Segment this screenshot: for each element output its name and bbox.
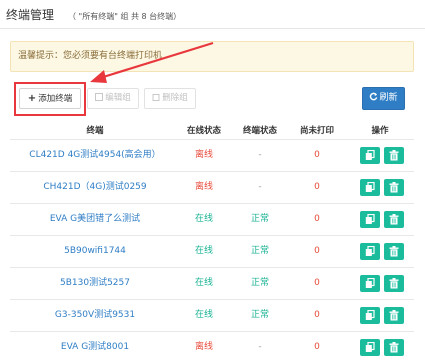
row-actions (355, 332, 411, 361)
delete-button[interactable] (384, 147, 404, 164)
pending-print-count: 0 (314, 246, 320, 256)
copy-button[interactable] (360, 339, 380, 356)
delete-button[interactable] (384, 179, 404, 196)
terminal-name-link[interactable]: CL421D 4G测试4954(高会用） (20, 140, 170, 171)
row-actions (355, 268, 411, 299)
trash-icon (389, 150, 399, 161)
trash-icon (389, 246, 399, 257)
table-row: G3-350V测试9531 在线 正常 0 (10, 299, 414, 331)
copy-icon (365, 214, 375, 224)
trash-icon (389, 182, 399, 193)
copy-icon (365, 182, 375, 192)
terminal-name-link[interactable]: 5B90wifi1744 (20, 236, 170, 267)
terminal-status: 正常 (250, 310, 269, 320)
table-row: CL421D 4G测试4954(高会用） 离线 - 0 (10, 139, 414, 171)
edit-icon (95, 93, 104, 101)
header-terminal-status: 终端状态 (242, 126, 277, 136)
copy-button[interactable] (360, 179, 380, 196)
delete-group-button[interactable]: 删除组 (144, 88, 196, 109)
online-status: 离线 (194, 342, 213, 352)
terminal-status: - (258, 182, 262, 192)
online-status: 在线 (194, 246, 213, 256)
table-row: CH421D（4G)测试0259 离线 - 0 (10, 171, 414, 203)
refresh-label: 刷新 (379, 93, 398, 103)
header-operations: 操作 (371, 126, 389, 136)
row-actions (355, 172, 411, 203)
warning-alert: 温馨提示：您必须要有台终端打印机 (10, 41, 414, 72)
copy-icon (365, 342, 375, 352)
add-terminal-label: 添加终端 (38, 94, 73, 104)
header-terminal: 终端 (86, 126, 104, 136)
table-row: 5B90wifi1744 在线 正常 0 (10, 235, 414, 267)
table-row: 5B130测试5257 在线 正常 0 (10, 267, 414, 299)
copy-button[interactable] (360, 243, 380, 260)
terminal-status: - (258, 150, 262, 160)
pending-print-count: 0 (314, 278, 320, 288)
terminal-name-link[interactable]: EVA G测试8001 (20, 332, 170, 361)
refresh-icon (370, 92, 378, 101)
copy-button[interactable] (360, 211, 380, 228)
terminal-status: - (258, 342, 262, 352)
delete-button[interactable] (384, 211, 404, 228)
page-header: 终端管理 （ "所有终端" 组 共 8 台终端） (6, 6, 181, 26)
terminal-name-link[interactable]: EVA G美团错了么测试 (20, 204, 170, 235)
header-pending-print: 尚未打印 (299, 126, 334, 136)
terminal-name-link[interactable]: 5B130测试5257 (20, 268, 170, 299)
delete-group-label: 删除组 (162, 93, 188, 103)
pending-print-count: 0 (314, 214, 320, 224)
delete-button[interactable] (384, 243, 404, 260)
trash-icon (389, 214, 399, 225)
refresh-button[interactable]: 刷新 (362, 87, 405, 110)
header-online-status: 在线状态 (186, 126, 221, 136)
page-title: 终端管理 (6, 8, 55, 22)
terminal-status: 正常 (250, 246, 269, 256)
delete-button[interactable] (384, 307, 404, 324)
edit-group-label: 编辑组 (105, 93, 131, 103)
terminal-name-link[interactable]: G3-350V测试9531 (20, 300, 170, 331)
trash-icon (152, 94, 160, 101)
online-status: 在线 (194, 310, 213, 320)
row-actions (355, 300, 411, 331)
row-actions (355, 204, 411, 235)
pending-print-count: 0 (314, 150, 320, 160)
copy-button[interactable] (360, 275, 380, 292)
copy-icon (365, 150, 375, 160)
terminal-name-link[interactable]: CH421D（4G)测试0259 (20, 172, 170, 203)
table-row: EVA G测试8001 离线 - 0 (10, 331, 414, 361)
copy-icon (365, 310, 375, 320)
online-status: 在线 (194, 214, 213, 224)
trash-icon (389, 342, 399, 353)
trash-icon (389, 278, 399, 289)
delete-button[interactable] (384, 275, 404, 292)
plus-icon: + (27, 93, 37, 104)
table-row: EVA G美团错了么测试 在线 正常 0 (10, 203, 414, 235)
row-actions (355, 140, 411, 171)
header-divider (0, 28, 425, 29)
page-subtitle: （ "所有终端" 组 共 8 台终端） (68, 12, 182, 21)
online-status: 离线 (194, 150, 213, 160)
row-actions (355, 236, 411, 267)
online-status: 离线 (194, 182, 213, 192)
table-header: 终端 在线状态 终端状态 尚未打印 操作 (0, 124, 425, 138)
delete-button[interactable] (384, 339, 404, 356)
online-status: 在线 (194, 278, 213, 288)
terminal-status: 正常 (250, 278, 269, 288)
pending-print-count: 0 (314, 182, 320, 192)
terminal-status: 正常 (250, 214, 269, 224)
copy-icon (365, 278, 375, 288)
copy-button[interactable] (360, 147, 380, 164)
copy-button[interactable] (360, 307, 380, 324)
add-terminal-button[interactable]: + 添加终端 (19, 88, 81, 109)
pending-print-count: 0 (314, 310, 320, 320)
edit-group-button[interactable]: 编辑组 (87, 88, 139, 109)
trash-icon (389, 310, 399, 321)
pending-print-count: 0 (314, 342, 320, 352)
copy-icon (365, 246, 375, 256)
